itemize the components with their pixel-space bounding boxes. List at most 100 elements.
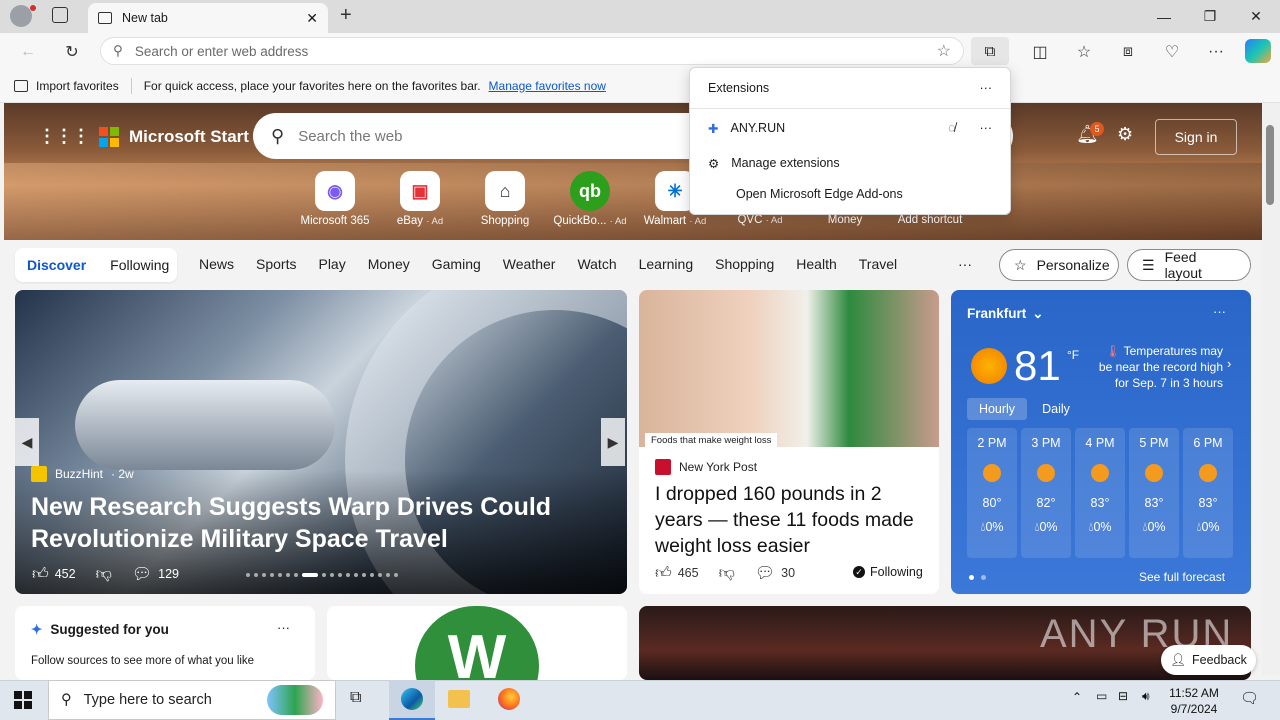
dislike-icon[interactable]: 👎︎ — [96, 565, 112, 584]
weather-alert[interactable]: 🌡︎ Temperatures may be near the record h… — [1091, 343, 1223, 391]
nav-play[interactable]: Play — [318, 256, 345, 272]
card2-actions: 👍︎ 465 👎︎ 💬︎ 30 — [655, 563, 795, 583]
microsoft-logo-icon — [99, 126, 119, 147]
weather-city[interactable]: Frankfurt ⌄ — [967, 306, 1044, 322]
refresh-icon[interactable]: ↻ — [58, 40, 86, 64]
nav-news[interactable]: News — [199, 256, 234, 272]
card2-comment-count: 30 — [781, 566, 796, 580]
nav-more-icon[interactable]: ··· — [958, 256, 972, 272]
comment-icon[interactable]: 💬︎ — [755, 563, 775, 583]
nav-health[interactable]: Health — [796, 256, 836, 272]
browser-essentials-icon[interactable]: ♡ — [1158, 40, 1186, 64]
wifi-icon[interactable]: ⊟ — [1118, 689, 1128, 703]
shortcut-money[interactable]: Money — [805, 214, 885, 226]
settings-gear-icon[interactable]: ⚙ — [1117, 124, 1133, 145]
nav-learning[interactable]: Learning — [639, 256, 694, 272]
shortcut-qvc[interactable]: QVC · Ad — [720, 214, 800, 226]
manage-extensions-item[interactable]: ⚙ Manage extensions — [690, 152, 1010, 174]
tray-chevron-icon[interactable]: ⌃ — [1072, 690, 1082, 704]
extensions-puzzle-icon[interactable]: ⧉ — [971, 37, 1009, 65]
new-tab-plus-icon[interactable]: + — [340, 4, 352, 27]
notification-center-icon[interactable]: 🗨︎ — [1240, 689, 1259, 707]
extension-item-anyrun[interactable]: ✚ ANY.RUN ◌̸ ··· — [690, 116, 1010, 140]
tab-following[interactable]: Following — [110, 257, 169, 273]
tab-daily[interactable]: Daily — [1031, 398, 1081, 420]
tab-actions-icon[interactable] — [52, 7, 68, 23]
shortcut-shopping[interactable]: ⌂ Shopping — [465, 171, 545, 227]
restore-icon[interactable]: ❐ — [1187, 0, 1233, 33]
tab-new-tab[interactable]: New tab ✕ — [88, 3, 328, 33]
edge-taskbar-icon[interactable] — [389, 680, 435, 720]
dislike-icon[interactable]: 👎︎ — [719, 564, 735, 583]
check-circle-icon: ✓ — [853, 566, 865, 578]
shortcut-quickbooks[interactable]: qb QuickBo... · Ad — [550, 171, 630, 227]
file-explorer-icon[interactable] — [448, 690, 470, 708]
story-source[interactable]: BuzzHint — [55, 467, 103, 481]
taskbar-search[interactable]: ⚲ Type here to search — [48, 680, 336, 720]
open-addons-item[interactable]: Open Microsoft Edge Add-ons — [690, 183, 1010, 205]
address-bar[interactable]: ⚲ Search or enter web address ☆ — [100, 37, 964, 65]
weather-card[interactable]: Frankfurt ⌄ ··· 81 °F 🌡︎ Temperatures may… — [951, 290, 1251, 594]
like-icon[interactable]: 👍︎ — [655, 564, 672, 583]
new-york-post-logo-icon — [655, 459, 671, 475]
shortcut-add[interactable]: Add shortcut — [890, 214, 970, 226]
following-status[interactable]: ✓ Following — [853, 565, 923, 579]
nav-gaming[interactable]: Gaming — [432, 256, 481, 272]
favorite-star-icon[interactable]: ☆ — [937, 41, 951, 61]
nav-travel[interactable]: Travel — [859, 256, 897, 272]
copilot-icon[interactable] — [1245, 39, 1271, 63]
page-scrollbar[interactable] — [1262, 103, 1280, 675]
network-icon[interactable]: ▭ — [1096, 689, 1107, 703]
import-favorites-icon[interactable] — [14, 79, 28, 92]
volume-icon[interactable]: 🔊︎ — [1142, 689, 1150, 704]
profile-avatar[interactable] — [10, 5, 32, 27]
hour-col: 2 PM 80° 💧︎0% — [967, 428, 1017, 558]
carousel-prev-icon[interactable]: ◀ — [15, 418, 39, 466]
ad-card[interactable]: W — [327, 606, 627, 680]
clock[interactable]: 11:52 AM 9/7/2024 — [1166, 686, 1222, 716]
suggested-more-icon[interactable]: ··· — [277, 620, 290, 635]
alert-chevron-icon[interactable]: › — [1227, 356, 1231, 371]
hour-col: 6 PM 83° 💧︎0% — [1183, 428, 1233, 558]
manage-favorites-link[interactable]: Manage favorites now — [489, 79, 606, 93]
firefox-icon[interactable] — [498, 688, 520, 710]
nav-watch[interactable]: Watch — [577, 256, 616, 272]
close-window-icon[interactable]: ✕ — [1233, 0, 1279, 33]
sign-in-button[interactable]: Sign in — [1155, 119, 1237, 155]
like-icon[interactable]: 👍︎ — [32, 565, 49, 584]
shortcut-microsoft-365[interactable]: ◉ Microsoft 365 — [295, 171, 375, 227]
more-menu-icon[interactable]: ··· — [1202, 40, 1230, 64]
extensions-more-icon[interactable]: ··· — [980, 81, 993, 95]
back-arrow-icon[interactable]: ← — [14, 40, 42, 64]
carousel-next-icon[interactable]: ▶ — [601, 418, 625, 466]
tab-discover[interactable]: Discover — [27, 257, 86, 273]
nav-money[interactable]: Money — [368, 256, 410, 272]
windows-start-icon[interactable] — [14, 691, 32, 709]
split-screen-icon[interactable]: ◫ — [1026, 40, 1054, 64]
task-view-icon[interactable]: ⧉ — [350, 689, 361, 707]
shortcut-ebay[interactable]: ▣ eBay · Ad — [380, 171, 460, 227]
import-favorites[interactable]: Import favorites — [36, 79, 119, 93]
minimize-icon[interactable]: — — [1141, 0, 1187, 33]
collections-icon[interactable]: ⧈ — [1114, 40, 1142, 64]
brand-name[interactable]: Microsoft Start — [129, 127, 249, 147]
favorites-icon[interactable]: ☆ — [1070, 40, 1098, 64]
close-tab-icon[interactable]: ✕ — [306, 10, 318, 27]
hidden-eye-icon[interactable]: ◌̸ — [948, 121, 955, 135]
comment-icon[interactable]: 💬︎ — [132, 564, 152, 584]
card2-source[interactable]: New York Post — [679, 460, 757, 474]
story-headline[interactable]: New Research Suggests Warp Drives Could … — [31, 491, 591, 555]
card2-headline[interactable]: I dropped 160 pounds in 2 years — these … — [655, 481, 930, 559]
ebay-icon: ▣ — [400, 171, 440, 211]
tab-hourly[interactable]: Hourly — [967, 398, 1027, 420]
feed-layout-button[interactable]: ☰ Feed layout — [1127, 249, 1251, 281]
see-full-forecast-link[interactable]: See full forecast — [1139, 570, 1225, 584]
extension-more-icon[interactable]: ··· — [980, 121, 993, 135]
weather-more-icon[interactable]: ··· — [1213, 304, 1226, 319]
nav-sports[interactable]: Sports — [256, 256, 296, 272]
app-launcher-icon[interactable]: ⋮⋮⋮ — [38, 126, 90, 147]
nav-shopping[interactable]: Shopping — [715, 256, 774, 272]
personalize-button[interactable]: ☆ Personalize — [999, 249, 1119, 281]
feedback-button[interactable]: 👤︎ Feedback — [1161, 645, 1256, 675]
nav-weather[interactable]: Weather — [503, 256, 556, 272]
